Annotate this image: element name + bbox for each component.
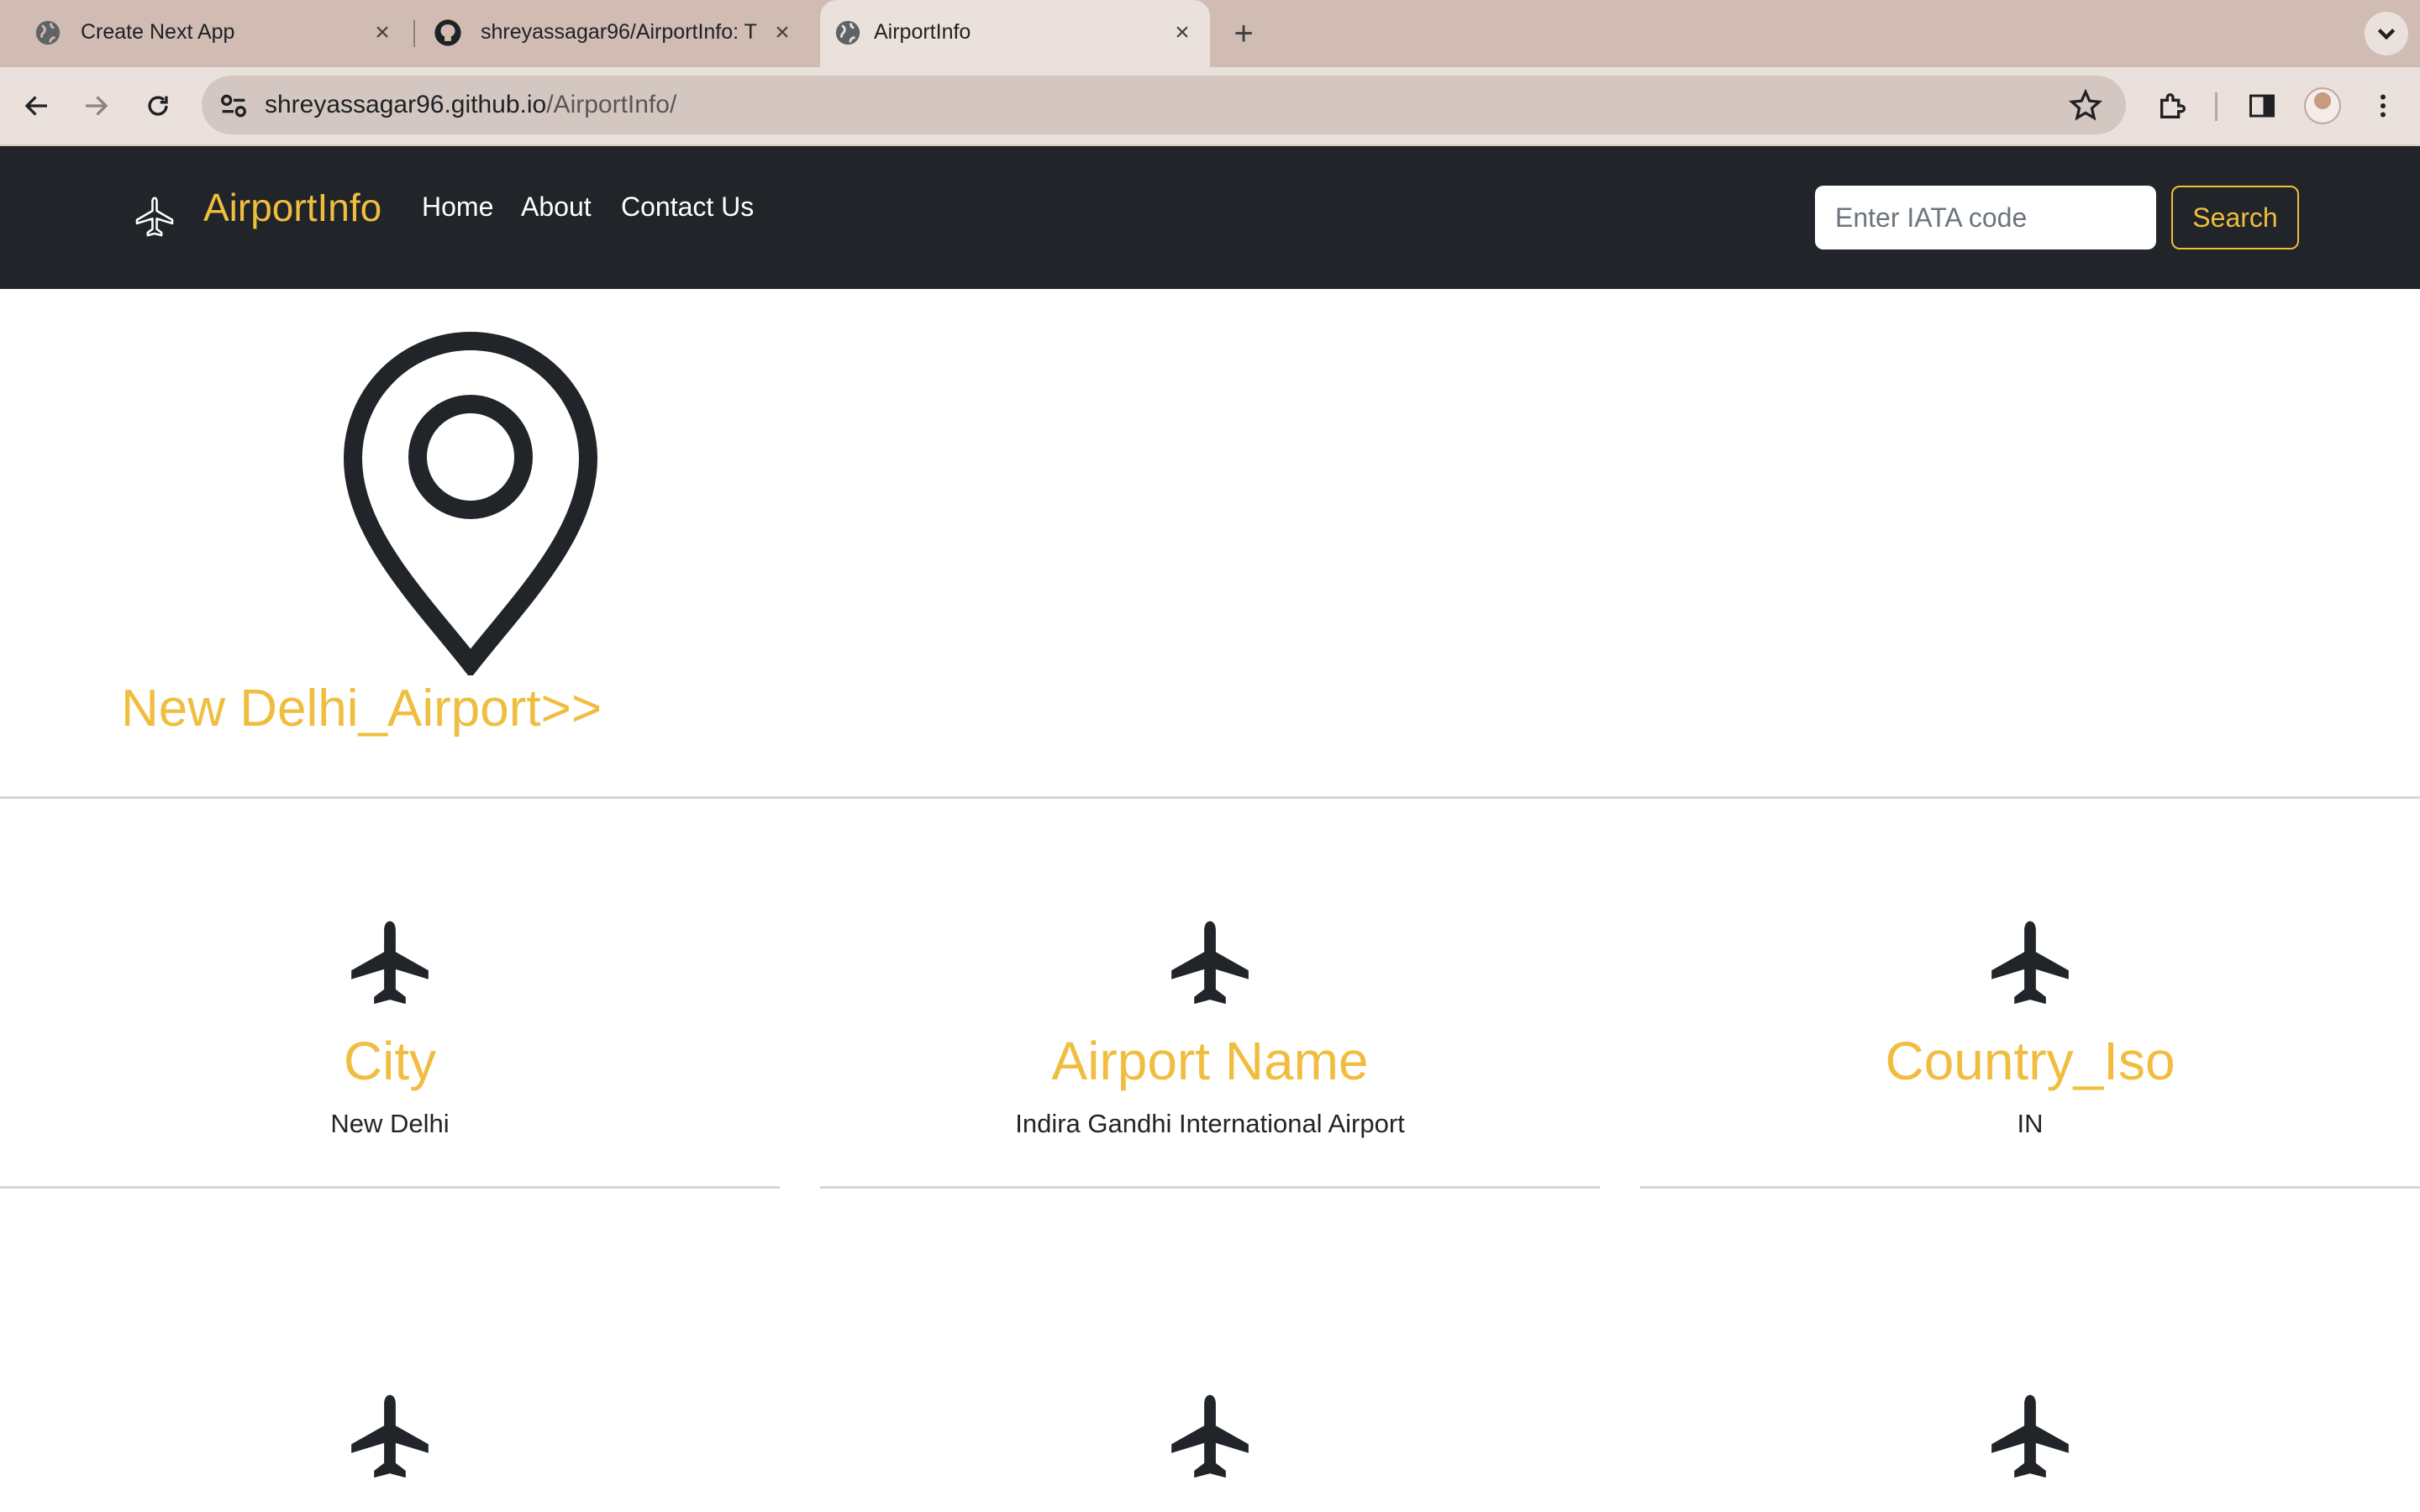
airplane-icon bbox=[351, 921, 429, 1005]
site-settings-icon[interactable] bbox=[217, 89, 250, 123]
url-host: shreyassagar96.github.io bbox=[265, 91, 547, 118]
back-button[interactable] bbox=[17, 86, 57, 126]
card-divider bbox=[820, 1186, 1600, 1189]
bookmark-star-icon[interactable] bbox=[2067, 87, 2104, 124]
card-value: New Delhi bbox=[330, 1109, 450, 1138]
tab-title: Create Next App bbox=[81, 20, 235, 44]
globe-icon bbox=[835, 20, 860, 45]
card-label: Airport Name bbox=[1051, 1031, 1369, 1091]
tab-github-repo[interactable]: shreyassagar96/AirportInfo: T × bbox=[417, 0, 812, 67]
section-divider bbox=[0, 796, 2420, 799]
arrow-right-icon bbox=[86, 96, 108, 116]
airplane-icon bbox=[1171, 921, 1249, 1005]
browser-tab-strip: Create Next App × shreyassagar96/Airport… bbox=[0, 0, 2420, 67]
card-divider bbox=[1640, 1186, 2420, 1189]
browser-menu-button[interactable] bbox=[2363, 86, 2403, 126]
close-tab-icon[interactable]: × bbox=[768, 18, 797, 47]
reload-icon bbox=[148, 96, 168, 116]
new-tab-icon[interactable]: + bbox=[1227, 17, 1260, 50]
brand-link[interactable]: AirportInfo bbox=[203, 185, 381, 230]
arrow-left-icon bbox=[24, 96, 47, 116]
airplane-icon bbox=[1991, 1394, 2069, 1478]
airport-title-link[interactable]: New Delhi_Airport>> bbox=[121, 679, 602, 738]
map-pin-icon bbox=[343, 332, 598, 675]
address-bar[interactable]: shreyassagar96.github.io/AirportInfo/ bbox=[202, 76, 2126, 134]
close-tab-icon[interactable]: × bbox=[1168, 18, 1197, 47]
side-panel-button[interactable] bbox=[2242, 86, 2282, 126]
card-label: City bbox=[343, 1031, 437, 1091]
nav-link-home[interactable]: Home bbox=[422, 192, 493, 223]
iata-search-input[interactable] bbox=[1815, 186, 2156, 249]
info-card-airport-name: Airport Name Indira Gandhi International… bbox=[820, 917, 1600, 1270]
more-vertical-icon bbox=[2381, 94, 2386, 118]
nav-link-about[interactable]: About bbox=[521, 192, 592, 223]
toolbar-divider bbox=[2215, 92, 2217, 121]
profile-avatar[interactable] bbox=[2304, 87, 2341, 124]
airplane-icon bbox=[1171, 1394, 1249, 1478]
puzzle-icon bbox=[2160, 93, 2186, 118]
extensions-button[interactable] bbox=[2153, 86, 2193, 126]
tab-create-next-app[interactable]: Create Next App × bbox=[17, 0, 412, 67]
site-navbar: AirportInfo Home About Contact Us Search bbox=[0, 146, 2420, 289]
nav-link-contact-us[interactable]: Contact Us bbox=[621, 192, 754, 223]
info-card bbox=[820, 1391, 1600, 1512]
tab-search-button[interactable] bbox=[2365, 12, 2408, 55]
tab-title: AirportInfo bbox=[874, 20, 971, 44]
card-label: Country_Iso bbox=[1885, 1031, 2175, 1091]
github-icon bbox=[434, 19, 461, 46]
card-divider bbox=[0, 1186, 780, 1189]
url-path: /AirportInfo/ bbox=[546, 91, 677, 118]
browser-toolbar: shreyassagar96.github.io/AirportInfo/ bbox=[0, 67, 2420, 146]
url-text[interactable]: shreyassagar96.github.io/AirportInfo/ bbox=[265, 91, 676, 119]
info-card bbox=[0, 1391, 780, 1512]
airplane-outline-icon bbox=[135, 197, 174, 237]
info-card-city: City New Delhi bbox=[0, 917, 780, 1270]
tab-divider bbox=[413, 20, 415, 47]
airplane-icon bbox=[1991, 921, 2069, 1005]
globe-icon bbox=[35, 20, 60, 45]
side-panel-icon bbox=[2249, 94, 2275, 118]
close-tab-icon[interactable]: × bbox=[368, 18, 397, 47]
reload-button[interactable] bbox=[138, 86, 178, 126]
info-card bbox=[1640, 1391, 2420, 1512]
forward-button[interactable] bbox=[76, 86, 116, 126]
airplane-icon bbox=[351, 1394, 429, 1478]
chevron-down-icon bbox=[2377, 29, 2396, 40]
tab-title: shreyassagar96/AirportInfo: T bbox=[481, 20, 757, 44]
card-value: IN bbox=[2017, 1109, 2044, 1138]
info-card-country-iso: Country_Iso IN bbox=[1640, 917, 2420, 1270]
card-value: Indira Gandhi International Airport bbox=[1015, 1109, 1405, 1138]
search-button[interactable]: Search bbox=[2171, 186, 2299, 249]
tab-airportinfo[interactable]: AirportInfo × bbox=[820, 0, 1210, 67]
